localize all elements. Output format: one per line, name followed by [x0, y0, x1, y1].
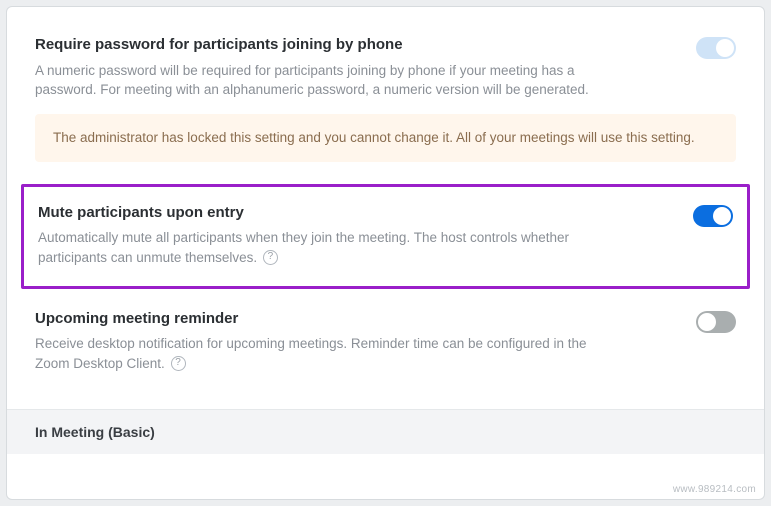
- toggle-mute-on-entry[interactable]: [693, 205, 733, 227]
- toggle-knob: [698, 313, 716, 331]
- setting-description: A numeric password will be required for …: [35, 61, 595, 100]
- settings-panel: Require password for participants joinin…: [6, 6, 765, 500]
- setting-row: Upcoming meeting reminder Receive deskto…: [35, 309, 736, 374]
- toggle-upcoming-reminder[interactable]: [696, 311, 736, 333]
- setting-text: Require password for participants joinin…: [35, 35, 595, 100]
- setting-row: Require password for participants joinin…: [35, 35, 736, 100]
- setting-title: Require password for participants joinin…: [35, 35, 595, 55]
- setting-title: Upcoming meeting reminder: [35, 309, 595, 329]
- setting-description: Receive desktop notification for upcomin…: [35, 334, 595, 373]
- setting-description: Automatically mute all participants when…: [38, 228, 598, 267]
- info-icon[interactable]: ?: [171, 356, 186, 371]
- setting-description-text: Receive desktop notification for upcomin…: [35, 336, 587, 371]
- settings-content: Require password for participants joinin…: [7, 7, 764, 391]
- setting-upcoming-reminder: Upcoming meeting reminder Receive deskto…: [35, 293, 736, 392]
- watermark: www.989214.com: [673, 484, 756, 495]
- setting-phone-password: Require password for participants joinin…: [35, 19, 736, 180]
- toggle-knob: [716, 39, 734, 57]
- setting-title: Mute participants upon entry: [38, 203, 598, 223]
- setting-text: Mute participants upon entry Automatical…: [38, 203, 598, 268]
- toggle-phone-password: [696, 37, 736, 59]
- info-icon[interactable]: ?: [263, 250, 278, 265]
- section-header-in-meeting-basic[interactable]: In Meeting (Basic): [7, 409, 764, 454]
- setting-text: Upcoming meeting reminder Receive deskto…: [35, 309, 595, 374]
- setting-row: Mute participants upon entry Automatical…: [38, 203, 733, 268]
- setting-mute-on-entry: Mute participants upon entry Automatical…: [21, 184, 750, 289]
- toggle-knob: [713, 207, 731, 225]
- setting-description-text: Automatically mute all participants when…: [38, 230, 569, 265]
- locked-notice: The administrator has locked this settin…: [35, 114, 736, 162]
